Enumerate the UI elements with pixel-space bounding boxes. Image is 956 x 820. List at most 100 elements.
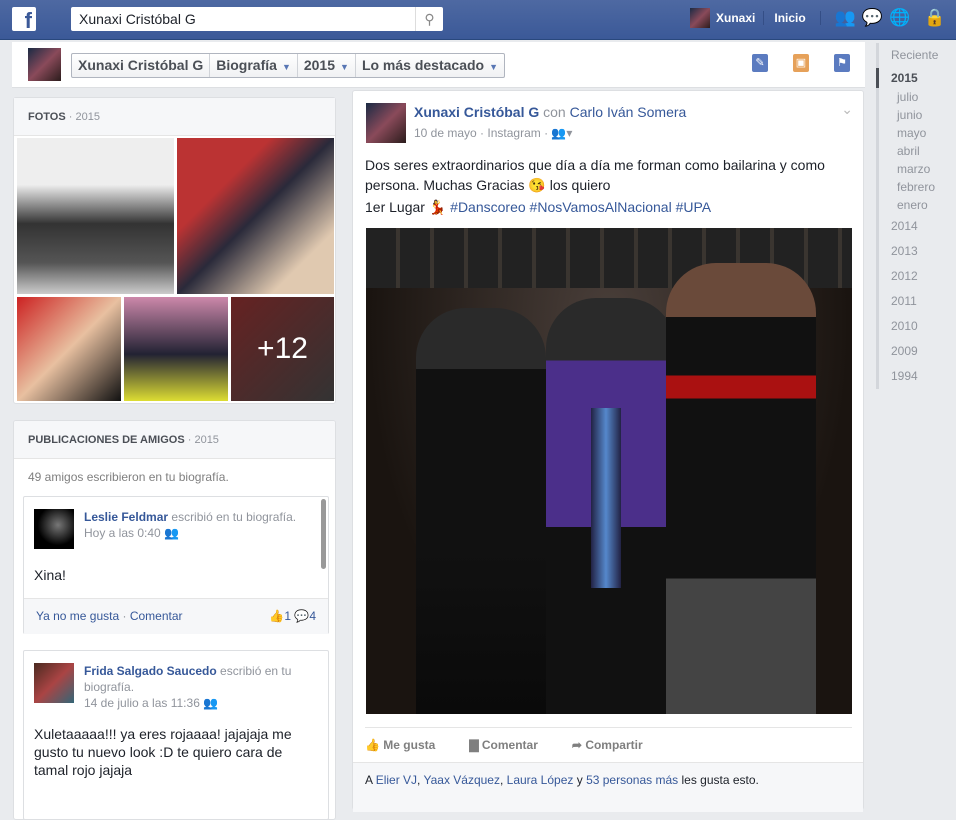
nav-month[interactable]: mayo	[876, 124, 956, 142]
share-button[interactable]: ➦ Compartir	[572, 738, 643, 752]
nav-year[interactable]: 2010	[876, 314, 956, 339]
comment-icon: ▇	[469, 737, 479, 752]
nav-year[interactable]: 2011	[876, 289, 956, 314]
thumbs-up-icon: 👍	[365, 737, 380, 752]
nav-recent[interactable]: Reciente	[876, 43, 956, 68]
nav-month[interactable]: junio	[876, 106, 956, 124]
photos-year: 2015	[75, 111, 100, 123]
unlike-link[interactable]: Ya no me gusta	[36, 609, 119, 623]
user-avatar[interactable]	[690, 8, 710, 28]
search-icon[interactable]: ⚲	[415, 7, 443, 31]
friends-audience-icon: 👥	[164, 526, 180, 540]
tagged-person[interactable]: Carlo Iván Somera	[570, 104, 687, 120]
photos-header: FOTOS · 2015	[14, 98, 335, 136]
nav-month[interactable]: enero	[876, 196, 956, 214]
nav-year-2015[interactable]: 2015	[876, 68, 956, 88]
like-button[interactable]: 👍 Me gusta	[365, 738, 435, 752]
friends-audience-icon: 👥	[203, 696, 219, 710]
post-actions: 👍 Me gusta ▇ Comentar ➦ Compartir	[365, 727, 852, 761]
comment-button[interactable]: ▇ Comentar	[469, 738, 538, 752]
notifications-globe-icon[interactable]: 🌐	[889, 8, 910, 28]
liker-link[interactable]: Yaax Vázquez	[423, 773, 500, 787]
edit-pencil-icon[interactable]: ✎	[752, 54, 768, 72]
post-time[interactable]: Hoy a las 0:40	[84, 526, 161, 540]
friend-avatar[interactable]	[34, 663, 74, 703]
more-photos-count: +12	[257, 332, 308, 365]
photo-thumbnail[interactable]	[17, 297, 121, 401]
friend-posts-title: PUBLICACIONES DE AMIGOS	[28, 434, 185, 446]
liker-link[interactable]: Laura López	[507, 773, 574, 787]
post-photo[interactable]	[366, 228, 852, 714]
nav-year[interactable]: 2009	[876, 339, 956, 364]
crumb-biografia[interactable]: Biografía ▼	[210, 54, 298, 77]
nav-year[interactable]: 2014	[876, 214, 956, 239]
friend-requests-icon[interactable]: 👥	[835, 8, 856, 28]
nav-month[interactable]: julio	[876, 88, 956, 106]
flag-icon[interactable]: ⚑	[834, 54, 850, 72]
timeline-year-nav: Reciente 2015 julio junio mayo abril marzo fe…	[876, 42, 956, 800]
photos-title: FOTOS	[28, 111, 66, 123]
author-avatar[interactable]	[366, 103, 406, 143]
likes-summary: A Elier VJ, Yaax Vázquez, Laura López y …	[353, 762, 863, 812]
friend-post: Frida Salgado Saucedo escribió en tu bio…	[23, 650, 329, 819]
caret-down-icon: ▼	[281, 62, 291, 72]
profile-avatar[interactable]	[28, 48, 61, 81]
hashtag[interactable]: #UPA	[676, 199, 712, 215]
more-photos-tile[interactable]: +12	[231, 297, 334, 401]
scrollbar[interactable]	[321, 499, 326, 569]
nav-month[interactable]: abril	[876, 142, 956, 160]
crumb-name[interactable]: Xunaxi Cristóbal G	[72, 54, 211, 77]
liker-link[interactable]: Elier VJ	[376, 773, 417, 787]
dancer-emoji-icon: 💃	[428, 199, 447, 215]
post-time[interactable]: 14 de julio a las 11:36	[84, 696, 200, 710]
comment-count[interactable]: 4	[309, 609, 316, 623]
friend-avatar[interactable]	[34, 509, 74, 549]
nav-month[interactable]: febrero	[876, 178, 956, 196]
comment-label: Comentar	[481, 737, 538, 752]
crumb-highlights[interactable]: Lo más destacado ▼	[356, 54, 504, 77]
photo-thumbnail[interactable]	[124, 297, 228, 401]
friend-posts-header: PUBLICACIONES DE AMIGOS · 2015	[14, 421, 335, 459]
nav-month[interactable]: marzo	[876, 160, 956, 178]
comment-link[interactable]: Comentar	[130, 609, 183, 623]
post-text: Xina!	[34, 567, 66, 583]
timeline-header: Xunaxi Cristóbal G Biografía ▼ 2015 ▼ Lo m…	[12, 42, 865, 88]
search-input[interactable]: Xunaxi Cristóbal G ⚲	[71, 7, 443, 31]
crumb-year[interactable]: 2015 ▼	[298, 54, 356, 77]
share-label: Compartir	[585, 737, 643, 752]
likes-suffix: les gusta esto.	[681, 773, 759, 787]
messages-icon[interactable]: 💬	[862, 8, 883, 28]
crumb-label: Lo más destacado	[361, 57, 485, 73]
hashtag[interactable]: #NosVamosAlNacional	[530, 199, 672, 215]
friend-posts-year: 2015	[194, 434, 219, 446]
photo-icon[interactable]: ▣	[793, 54, 809, 72]
nav-year[interactable]: 1994	[876, 364, 956, 389]
likes-prefix: A	[365, 773, 373, 787]
friend-name[interactable]: Leslie Feldmar	[84, 510, 168, 524]
friend-post: Leslie Feldmar escribió en tu biografía.…	[23, 496, 329, 634]
nav-year[interactable]: 2013	[876, 239, 956, 264]
author-name[interactable]: Xunaxi Cristóbal G	[414, 104, 539, 120]
chevron-down-icon[interactable]: ⌄	[841, 101, 853, 118]
post-source[interactable]: Instagram	[487, 126, 540, 140]
more-likers-link[interactable]: 53 personas más	[586, 773, 678, 787]
breadcrumb: Xunaxi Cristóbal G Biografía ▼ 2015 ▼ Lo m…	[71, 53, 506, 78]
facebook-logo-icon[interactable]: f	[12, 7, 36, 31]
with-word: con	[543, 104, 566, 120]
privacy-lock-icon[interactable]: 🔒	[924, 8, 945, 28]
nav-year[interactable]: 2012	[876, 264, 956, 289]
photo-thumbnail[interactable]	[17, 138, 174, 294]
photos-panel: FOTOS · 2015 +12	[13, 97, 336, 404]
search-value[interactable]: Xunaxi Cristóbal G	[71, 11, 415, 27]
audience-selector-icon[interactable]: 👥▾	[551, 126, 572, 140]
home-link[interactable]: Inicio	[764, 11, 821, 25]
like-label: Me gusta	[383, 737, 436, 752]
like-count-icon: 👍	[269, 609, 285, 623]
photo-thumbnail[interactable]	[177, 138, 334, 294]
hashtag[interactable]: #Danscoreo	[450, 199, 526, 215]
profile-link[interactable]: Xunaxi	[716, 11, 765, 25]
like-count[interactable]: 1	[284, 609, 291, 623]
post-date[interactable]: 10 de mayo	[414, 126, 477, 140]
friend-name[interactable]: Frida Salgado Saucedo	[84, 664, 217, 678]
post-footer: Ya no me gusta · Comentar 👍1 💬4	[24, 598, 328, 634]
